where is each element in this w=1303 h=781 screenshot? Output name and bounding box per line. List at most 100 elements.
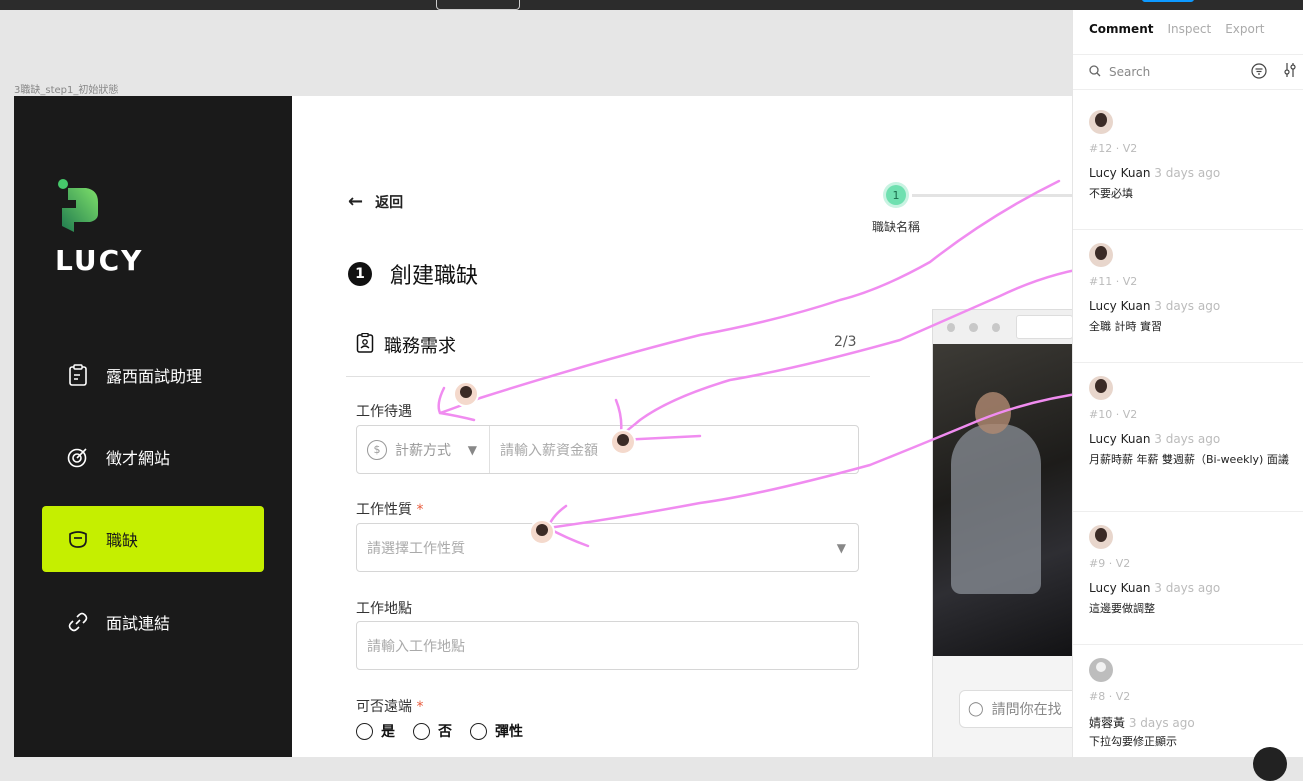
comment-meta: Lucy Kuan 3 days ago	[1089, 581, 1220, 595]
sidebar: LUCY 露西面試助理 徵才網站 職缺 面試連結	[14, 96, 292, 757]
chevron-down-icon: ▼	[467, 442, 477, 457]
chevron-down-icon: ▼	[836, 540, 846, 555]
search-icon	[1089, 64, 1101, 80]
salary-method-select[interactable]: $ 計薪方式 ▼	[357, 426, 490, 473]
sidebar-item-careers-site[interactable]: 徵才網站	[42, 424, 264, 490]
comment-item[interactable]: #9 · V2 Lucy Kuan 3 days ago 這邊要做調整	[1073, 511, 1303, 645]
job-type-label: 工作性質 *	[356, 499, 423, 519]
browser-chrome	[933, 310, 1072, 344]
back-button[interactable]: ← 返回	[348, 191, 403, 212]
filter-icon[interactable]	[1251, 63, 1267, 82]
location-placeholder: 請輸入工作地點	[367, 638, 465, 655]
dollar-icon: $	[367, 439, 387, 460]
preview-ask-placeholder: 請問你在找	[991, 702, 1062, 718]
search-icon: ◯	[968, 701, 984, 717]
remote-label: 可否遠端 *	[356, 696, 423, 716]
avatar	[1089, 525, 1113, 549]
section-divider	[346, 376, 870, 377]
comment-id: #10 · V2	[1089, 408, 1138, 421]
comment-author: Lucy Kuan	[1089, 166, 1151, 180]
comments-panel: Comment Inspect Export Search #12 · V2 L…	[1072, 10, 1303, 757]
step-label: 職缺名稱	[872, 220, 921, 234]
comment-time: 3 days ago	[1154, 166, 1221, 180]
window-dot	[969, 322, 978, 332]
radio-label: 否	[438, 724, 452, 740]
sidebar-item-interview-link[interactable]: 面試連結	[42, 589, 264, 655]
radio-flexible[interactable]	[470, 722, 487, 740]
comment-item[interactable]: #10 · V2 Lucy Kuan 3 days ago 月薪時薪 年薪 雙週…	[1073, 362, 1303, 512]
page-title-row: 1 創建職缺	[348, 258, 478, 290]
preview-photo	[933, 344, 1072, 656]
comment-meta: 婧蓉黃 3 days ago	[1089, 714, 1195, 731]
comment-meta: Lucy Kuan 3 days ago	[1089, 166, 1220, 180]
tab-export[interactable]: Export	[1225, 22, 1264, 36]
job-type-label-text: 工作性質	[356, 502, 412, 518]
step-number-badge: 1	[348, 262, 372, 286]
window-dot	[991, 322, 1000, 332]
preview-search-input[interactable]: ◯ 請問你在找	[959, 690, 1072, 728]
main-content: ← 返回 1 職缺名稱 1 創建職缺 職務需求 2/3 工作待遇 $ 計薪方式 …	[292, 96, 1072, 757]
comment-id: #11 · V2	[1089, 275, 1138, 288]
salary-method-placeholder: 計薪方式	[395, 442, 451, 459]
comment-time: 3 days ago	[1128, 716, 1195, 730]
radio-no[interactable]	[413, 722, 430, 740]
comment-item[interactable]: #11 · V2 Lucy Kuan 3 days ago 全職 計時 實習	[1073, 229, 1303, 363]
avatar	[1089, 658, 1113, 682]
tab-comment[interactable]: Comment	[1089, 22, 1153, 36]
radio-yes[interactable]	[356, 722, 373, 740]
panel-tabs: Comment Inspect Export	[1089, 22, 1278, 36]
comment-author: Lucy Kuan	[1089, 432, 1151, 446]
salary-amount-input[interactable]: 請輸入薪資金額	[500, 440, 598, 460]
sidebar-item-jobs[interactable]: 職缺	[42, 506, 264, 572]
radio-label: 是	[381, 724, 395, 740]
job-type-select[interactable]: 請選擇工作性質 ▼	[356, 523, 859, 572]
comment-time: 3 days ago	[1154, 581, 1221, 595]
site-preview: ◯ 請問你在找	[932, 309, 1072, 757]
section-header: 職務需求	[356, 332, 456, 358]
required-marker: *	[416, 502, 424, 518]
avatar	[1089, 243, 1113, 267]
comment-id: #12 · V2	[1089, 142, 1138, 155]
help-button[interactable]	[1253, 747, 1287, 781]
link-icon	[66, 610, 90, 634]
step-indicator: 1	[886, 185, 906, 205]
arrow-left-icon: ←	[348, 191, 364, 212]
comment-id: #8 · V2	[1089, 690, 1131, 703]
search-placeholder: Search	[1109, 65, 1151, 79]
tab-inspect[interactable]: Inspect	[1167, 22, 1211, 36]
comment-id: #9 · V2	[1089, 557, 1131, 570]
sidebar-item-label: 面試連結	[106, 614, 171, 633]
radio-label: 彈性	[495, 724, 523, 740]
required-marker: *	[416, 699, 424, 715]
top-toolbar	[0, 0, 1303, 10]
comment-author: Lucy Kuan	[1089, 581, 1151, 595]
comment-author: Lucy Kuan	[1089, 299, 1151, 313]
location-input[interactable]: 請輸入工作地點	[356, 621, 859, 670]
clipboard-icon	[66, 363, 90, 387]
remote-radio-group: 是 否 彈性	[356, 721, 541, 741]
comment-item[interactable]: #8 · V2 婧蓉黃 3 days ago 下拉勾要修正顯示	[1073, 644, 1303, 757]
photo-person	[951, 424, 1041, 594]
photo-head	[975, 392, 1011, 434]
comment-text: 月薪時薪 年薪 雙週薪（Bi-weekly) 面議	[1089, 453, 1289, 466]
toolbar-button[interactable]	[436, 0, 520, 10]
comment-meta: Lucy Kuan 3 days ago	[1089, 432, 1220, 446]
brand-name: LUCY	[55, 244, 144, 277]
section-progress: 2/3	[834, 334, 857, 350]
comment-author: 婧蓉黃	[1089, 716, 1126, 730]
badge-icon	[356, 332, 374, 358]
salary-label: 工作待遇	[356, 404, 412, 420]
sidebar-item-interview-assistant[interactable]: 露西面試助理	[42, 342, 264, 408]
comment-item[interactable]: #12 · V2 Lucy Kuan 3 days ago 不要必填	[1073, 96, 1303, 230]
job-icon	[66, 527, 90, 551]
comment-search[interactable]: Search	[1073, 54, 1303, 90]
avatar	[1089, 110, 1113, 134]
comment-meta: Lucy Kuan 3 days ago	[1089, 299, 1220, 313]
sidebar-item-label: 露西面試助理	[106, 367, 203, 386]
comment-text: 不要必填	[1089, 187, 1133, 200]
frame-label[interactable]: 3職缺_step1_初始狀態	[14, 81, 118, 96]
design-frame: LUCY 露西面試助理 徵才網站 職缺 面試連結 ← 返回 1 職缺名稱 1 創…	[14, 96, 1072, 757]
share-button[interactable]	[1142, 0, 1194, 2]
comment-text: 這邊要做調整	[1089, 602, 1155, 615]
settings-sliders-icon[interactable]	[1283, 62, 1297, 81]
